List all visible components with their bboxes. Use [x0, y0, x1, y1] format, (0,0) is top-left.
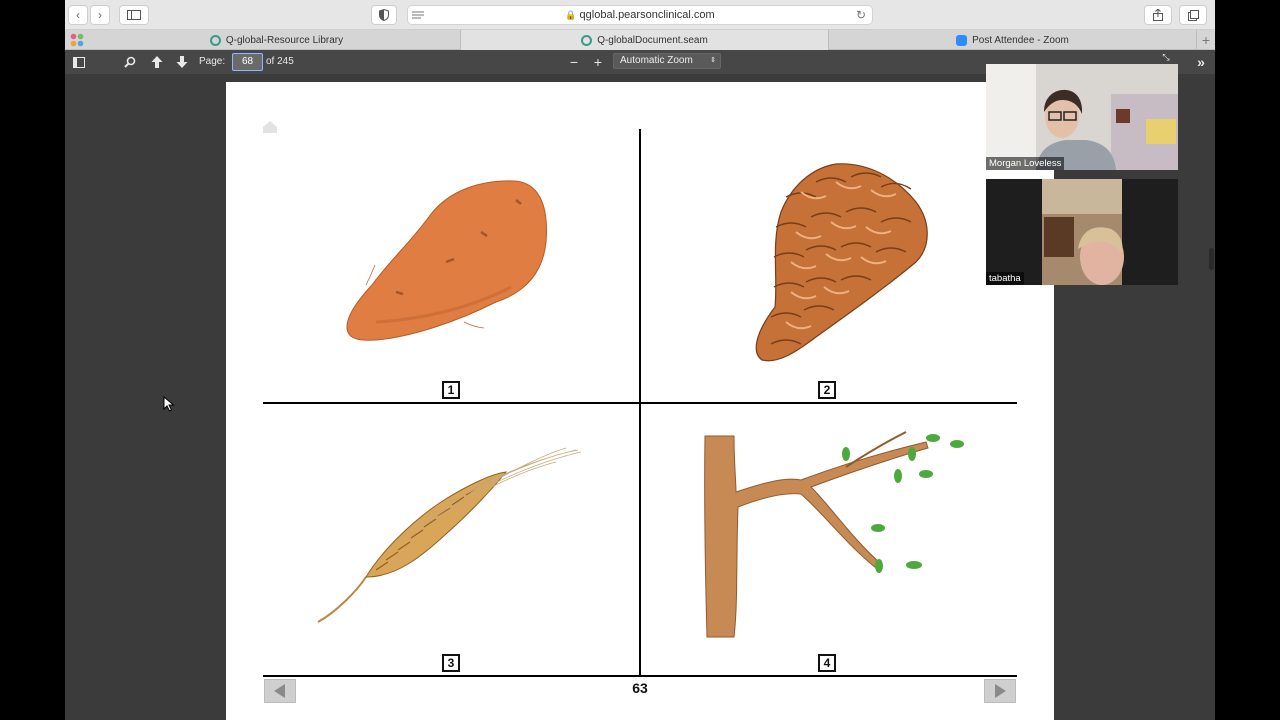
zoom-icon	[956, 34, 968, 46]
participant-name: Morgan Loveless	[986, 157, 1065, 170]
reload-button[interactable]: ↻	[853, 6, 869, 24]
reload-icon: ↻	[855, 8, 867, 22]
address-bar[interactable]: 🔒 qglobal.pearsonclinical.com	[407, 5, 873, 25]
double-chevron-right-icon: »	[1197, 54, 1205, 70]
pine-cone-picture	[755, 163, 928, 362]
tools-button[interactable]: »	[1193, 54, 1209, 70]
forward-button[interactable]: ›	[90, 5, 110, 25]
tab-resource-library[interactable]: Q-global-Resource Library	[93, 30, 461, 50]
select-arrows-icon: ⇕	[710, 57, 716, 64]
page-number-input[interactable]: 68	[232, 53, 263, 71]
reader-button[interactable]	[407, 5, 429, 25]
page-number: 63	[632, 680, 648, 696]
participant-video-morgan[interactable]: Morgan Loveless	[986, 64, 1178, 170]
presentation-mode-button[interactable]: ⤡	[1159, 52, 1173, 62]
triangle-right-icon	[995, 684, 1006, 698]
sidebar-icon	[73, 56, 85, 68]
sweet-potato-picture	[346, 180, 547, 341]
tab-zoom[interactable]: Post Attendee - Zoom	[829, 30, 1197, 50]
wheat-picture	[317, 447, 582, 623]
share-icon	[1153, 9, 1163, 21]
page-label: Page:	[199, 56, 226, 67]
previous-page-button[interactable]	[149, 54, 165, 70]
mouse-cursor-icon	[163, 396, 175, 412]
privacy-report-button[interactable]	[371, 5, 397, 25]
minus-icon: −	[569, 54, 579, 70]
reader-icon	[412, 11, 424, 18]
share-button[interactable]	[1144, 5, 1172, 25]
plus-icon: +	[1201, 32, 1211, 48]
arrow-down-icon	[176, 56, 188, 68]
zoom-in-button[interactable]: +	[591, 54, 605, 70]
new-tab-button[interactable]: +	[1198, 31, 1214, 49]
scrollbar-thumb[interactable]	[1209, 248, 1214, 270]
item-number-1: 1	[442, 381, 460, 399]
pdf-page: 1 2 3 4 63	[226, 82, 1054, 720]
qglobal-icon	[581, 34, 593, 46]
toggle-sidebar-button[interactable]	[71, 54, 87, 70]
next-item-button[interactable]	[984, 679, 1016, 703]
tab-overview-button[interactable]	[1179, 5, 1207, 25]
chevron-left-icon: ‹	[76, 8, 80, 22]
triangle-left-icon	[274, 684, 285, 698]
previous-item-button[interactable]	[264, 679, 296, 703]
tree-branch-picture	[704, 431, 964, 638]
qglobal-icon	[209, 34, 221, 46]
launchpad-icon[interactable]	[70, 33, 84, 47]
find-button[interactable]	[122, 54, 138, 70]
video-feed-image	[986, 64, 1178, 170]
item-number-4: 4	[818, 654, 836, 672]
plus-icon: +	[593, 54, 603, 70]
home-icon	[263, 121, 277, 133]
expand-icon: ⤡	[1162, 51, 1170, 62]
lock-icon: 🔒	[565, 9, 577, 20]
item-number-3: 3	[442, 654, 460, 672]
sidebar-toggle-button[interactable]	[119, 5, 149, 25]
address-bar-url: qglobal.pearsonclinical.com	[579, 9, 715, 21]
back-button[interactable]: ‹	[68, 5, 88, 25]
browser-window: ‹ › 🔒 qglobal.pearsonclinical.com ↻ Q-gl…	[65, 0, 1215, 720]
arrow-up-icon	[151, 56, 163, 68]
sidebar-icon	[127, 10, 141, 20]
tab-bar: Q-global-Resource Library Q-globalDocume…	[65, 30, 1215, 50]
chevron-right-icon: ›	[98, 8, 102, 22]
zoom-select[interactable]: Automatic Zoom ⇕	[613, 53, 721, 69]
browser-toolbar: ‹ › 🔒 qglobal.pearsonclinical.com ↻	[65, 0, 1215, 30]
item-number-2: 2	[818, 381, 836, 399]
page-total: of 245	[266, 56, 294, 67]
participant-name: tabatha	[986, 272, 1024, 285]
tab-document[interactable]: Q-globalDocument.seam	[461, 30, 829, 50]
shield-icon	[379, 9, 389, 21]
participant-video-tabatha[interactable]: tabatha	[986, 179, 1178, 285]
zoom-out-button[interactable]: −	[567, 54, 581, 70]
tabs-icon	[1187, 9, 1199, 21]
next-page-button[interactable]	[174, 54, 190, 70]
search-icon	[124, 56, 136, 68]
video-feed-image	[986, 179, 1178, 285]
picture-grid	[263, 121, 1017, 677]
